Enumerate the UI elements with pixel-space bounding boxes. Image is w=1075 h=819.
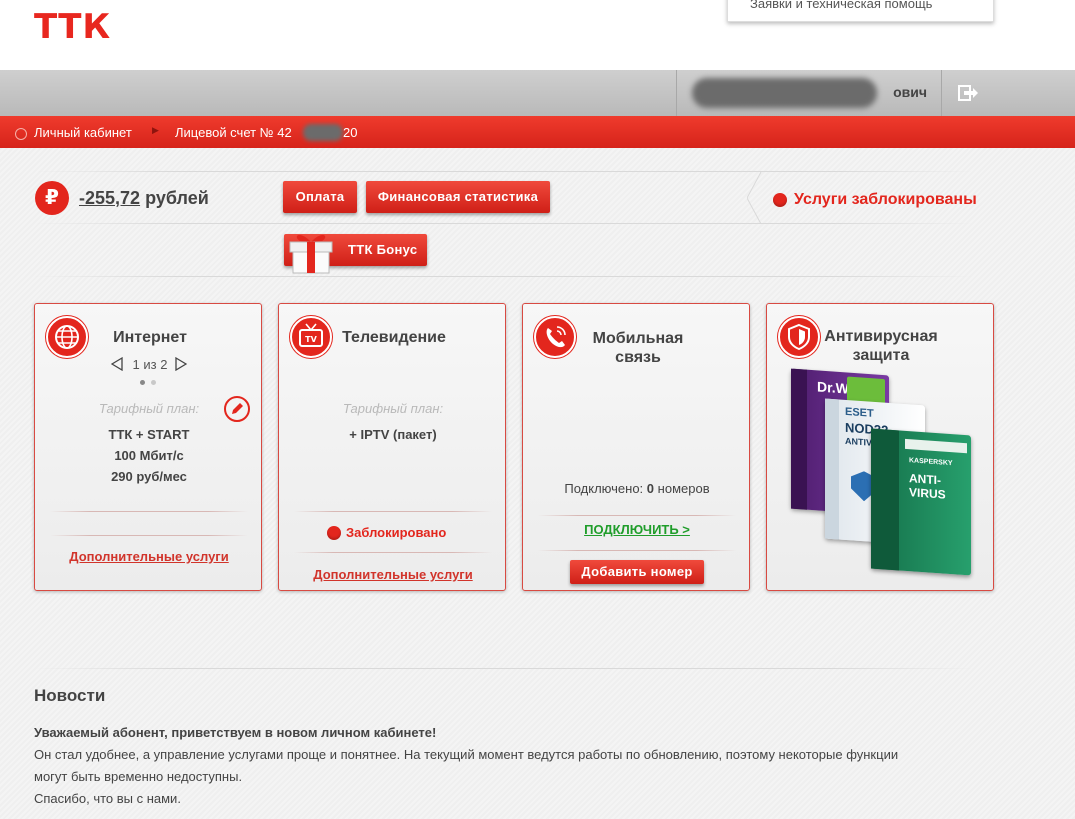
news-line-2: могут быть временно недоступны. [34,769,243,784]
add-number-button[interactable]: Добавить номер [570,560,704,584]
eset-box-spine [825,398,839,540]
eset-brand: ESET [845,405,874,420]
ruble-icon: ₽ [35,181,69,215]
internet-plan-name: ТТК + START [108,427,190,442]
svg-text:TV: TV [305,335,317,344]
status-text: Услуги заблокированы [794,191,977,208]
services-status: Услуги заблокированы [747,172,977,224]
news-title: Новости [34,686,106,705]
tv-icon: TV [290,316,332,358]
balance-amount[interactable]: -255,72 [79,188,140,208]
pager-text: 1 из 2 [132,357,168,372]
mobile-title-line1: Мобильная [592,330,684,347]
divider [50,535,248,536]
breadcrumb-account-suffix: 20 [343,125,358,140]
mobile-connect-link[interactable]: ПОДКЛЮЧИТЬ > [523,522,751,537]
prev-arrow-icon[interactable] [110,356,123,372]
divider [294,552,492,553]
mobile-title-line2: связь [615,349,661,366]
drweb-box-spine [791,368,807,510]
balance: -255,72 рублей [79,188,209,209]
divider [34,276,974,277]
antivirus-title-line2: защита [852,347,910,364]
antivirus-title: Антивирусная защита [819,327,943,365]
internet-extra-services-link[interactable]: Дополнительные услуги [35,549,263,564]
mobile-card: Мобильная связь Подключено: 0 номеров ПО… [522,303,750,591]
page-dot[interactable] [151,380,156,385]
antivirus-card[interactable]: Антивирусная защита Dr.WEB ESET NOD32 AN… [766,303,994,591]
tv-plan-label: Тарифный план: [342,401,444,416]
internet-plan-speed: 100 Мбит/с [114,448,184,463]
kaspersky-box-spine [871,428,899,571]
page-dot-active[interactable] [140,380,145,385]
mobile-connected-prefix: Подключено: [564,481,644,496]
user-name: ович [893,84,927,100]
internet-title: Интернет [113,329,187,346]
antivirus-title-line1: Антивирусная [824,328,938,345]
breadcrumb-cabinet[interactable]: Личный кабинет [34,125,132,140]
shield-icon [778,316,820,358]
redacted-account-number [303,124,343,141]
kaspersky-brand: KASPERSKY [909,457,953,468]
edit-pencil-icon[interactable] [224,396,250,422]
mobile-connected-count: 0 [646,481,655,496]
phone-icon [534,316,576,358]
divider [538,550,736,551]
mobile-connected-suffix: номеров [657,481,710,496]
internet-card: Интернет 1 из 2 Тарифный план: ТТК + STA… [34,303,262,591]
user-profile[interactable]: ович [676,70,942,116]
breadcrumb-separator-icon: ▶ [152,125,159,135]
kaspersky-product: ANTI-VIRUS [909,471,946,502]
home-circle-icon [15,128,27,140]
kaspersky-box-image: KASPERSKY ANTI-VIRUS [871,428,971,576]
tv-plan-name: + IPTV (пакет) [349,427,437,442]
payment-button[interactable]: Оплата [283,181,357,213]
gift-icon [286,228,338,274]
divider [294,511,492,512]
support-menu-item[interactable]: Заявки и техническая помощь [727,0,994,22]
ttk-logo[interactable]: ТТК [34,10,111,44]
redacted-user-name [692,78,877,108]
tv-extra-services-link[interactable]: Дополнительные услуги [279,567,507,582]
breadcrumb-account: Лицевой счет № 42 [175,125,292,140]
tv-status-dot-icon [327,526,341,540]
balance-currency: рублей [145,188,209,208]
tv-card: TV Телевидение Тарифный план: + IPTV (па… [278,303,506,591]
user-bar: ович [0,70,1075,116]
logout-icon[interactable] [955,82,979,104]
ttk-bonus-label: ТТК Бонус [348,242,418,257]
next-arrow-icon[interactable] [175,356,188,372]
internet-pager: 1 из 2 [109,355,189,375]
news-line-1: Он стал удобнее, а управление услугами п… [34,747,899,762]
financial-stats-button[interactable]: Финансовая статистика [366,181,550,213]
tv-status-text: Заблокировано [346,525,447,540]
news-line-3: Спасибо, что вы с нами. [34,791,181,806]
mobile-connected: Подключено: 0 номеров [523,481,751,496]
divider [538,515,736,516]
news-headline: Уважаемый абонент, приветствуем в новом … [34,725,437,740]
tv-title: Телевидение [342,329,446,346]
globe-icon [46,316,88,358]
divider [34,668,974,669]
mobile-title: Мобильная связь [581,329,695,367]
breadcrumb: Личный кабинет ▶ Лицевой счет № 42 20 [0,116,1075,148]
divider [50,511,248,512]
top-bar: ТТК Заявки и техническая помощь [0,0,1075,70]
kaspersky-box-band [905,438,967,454]
status-dot-icon [773,193,787,207]
internet-plan-price: 290 руб/мес [111,469,187,484]
